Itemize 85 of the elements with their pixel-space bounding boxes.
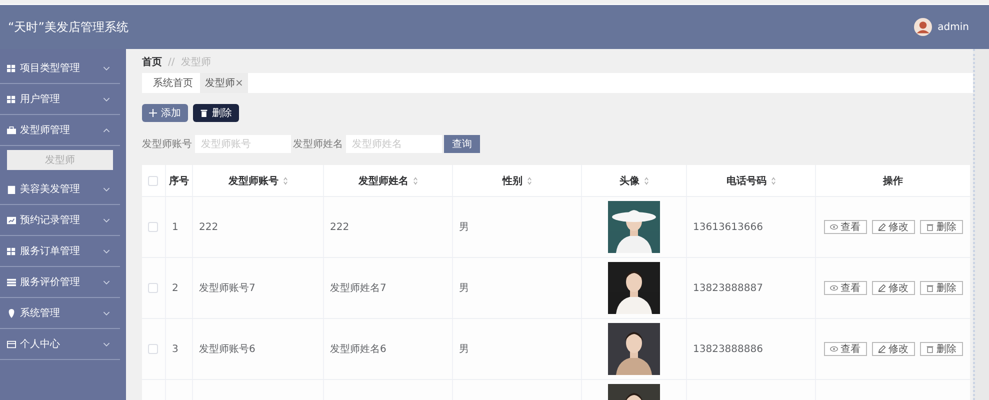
close-icon[interactable]: × — [235, 78, 244, 89]
table-cell-text: 发型师姓名6 — [330, 342, 386, 356]
checkbox[interactable] — [148, 176, 158, 186]
tab[interactable]: 发型师× — [200, 73, 248, 93]
menu-item[interactable]: 服务评价管理 — [0, 267, 120, 298]
breadcrumb-item: 发型师 — [180, 56, 211, 69]
trash-icon — [926, 284, 934, 292]
briefcase-icon — [7, 126, 16, 134]
trash-icon — [926, 223, 934, 231]
breadcrumb-separator: // — [168, 56, 175, 68]
card-icon — [7, 340, 16, 348]
table-cell-text: 发型师账号7 — [199, 282, 256, 295]
app-title: “天时”美发店管理系统 — [8, 18, 128, 36]
delete-button[interactable]: 删除 — [920, 342, 962, 356]
table-cell: 222 — [199, 222, 218, 232]
grid-icon — [7, 246, 16, 256]
table-cell: 1 — [172, 222, 178, 232]
sort-icon[interactable] — [412, 176, 418, 184]
pencil-icon — [878, 284, 886, 292]
trash-icon — [926, 345, 934, 353]
pin-icon — [7, 308, 16, 318]
menu-item[interactable]: 个人中心 — [0, 329, 120, 360]
table-cell-text: 发型师账号6 — [199, 342, 256, 356]
column-header[interactable]: 发型师姓名 — [358, 174, 408, 188]
view-button[interactable]: 查看 — [824, 281, 866, 295]
field-label: 发型师姓名 — [293, 138, 343, 151]
pencil-icon — [878, 223, 886, 231]
sort-icon[interactable] — [526, 176, 532, 184]
grid-icon — [7, 64, 16, 72]
username[interactable]: admin — [938, 22, 969, 32]
menu-item[interactable]: 预约记录管理 — [0, 205, 120, 236]
grid-icon — [7, 94, 16, 104]
edit-button[interactable]: 修改 — [872, 342, 914, 356]
menu-item[interactable]: 发型师管理 — [0, 115, 120, 146]
chart-icon — [7, 216, 16, 224]
table-cell-text: 男 — [459, 343, 469, 356]
eye-icon — [830, 345, 838, 353]
edit-button[interactable]: 修改 — [872, 220, 914, 234]
view-button[interactable]: 查看 — [824, 220, 866, 234]
column-header: 操作 — [883, 174, 903, 188]
plus-icon — [149, 109, 157, 117]
tab[interactable]: 系统首页 — [148, 73, 198, 93]
sort-icon[interactable] — [770, 176, 776, 184]
table-cell: 222 — [330, 222, 350, 232]
avatar-icon[interactable] — [914, 18, 932, 36]
column-header[interactable]: 发型师账号 — [228, 174, 278, 188]
table-cell-text: 发型师姓名7 — [330, 282, 386, 295]
pencil-icon — [878, 345, 886, 353]
eye-icon — [830, 284, 838, 292]
menu-item[interactable]: 美容美发管理 — [0, 174, 120, 205]
table-cell: 13823888886 — [693, 344, 763, 354]
search-field[interactable]: 发型师账号 — [195, 135, 291, 153]
edit-button[interactable]: 修改 — [872, 281, 914, 295]
table-cell: 13823888887 — [693, 282, 763, 294]
search-field[interactable]: 发型师姓名 — [346, 135, 442, 153]
column-header[interactable]: 头像 — [620, 174, 640, 188]
eye-icon — [830, 223, 838, 231]
trash-icon — [200, 109, 208, 117]
column-header[interactable]: 电话号码 — [726, 174, 766, 188]
checkbox[interactable] — [148, 283, 158, 293]
column-header[interactable]: 性别 — [502, 174, 522, 188]
delete-button[interactable]: 删除 — [920, 220, 962, 234]
breadcrumb-item[interactable]: 首页 — [142, 55, 162, 69]
table-cell: 2 — [172, 282, 178, 294]
table-cell: 3 — [172, 344, 178, 354]
view-button[interactable]: 查看 — [824, 342, 866, 356]
sort-icon[interactable] — [282, 176, 288, 184]
menu-item[interactable]: 服务订单管理 — [0, 236, 120, 267]
add-button[interactable]: 添加 — [142, 104, 188, 122]
delete-button[interactable]: 删除 — [920, 281, 962, 295]
list-icon — [7, 278, 16, 286]
table-cell: 13613613666 — [693, 222, 763, 232]
sort-icon[interactable] — [644, 176, 648, 184]
table-cell-text: 男 — [459, 221, 469, 234]
menu-item[interactable]: 用户管理 — [0, 84, 120, 115]
checkbox[interactable] — [148, 222, 158, 232]
search-button[interactable]: 查询 — [444, 135, 480, 153]
clipboard-icon — [7, 184, 16, 194]
menu-item[interactable]: 系统管理 — [0, 298, 120, 329]
menu-item[interactable]: 项目类型管理 — [0, 53, 120, 84]
checkbox[interactable] — [148, 344, 158, 354]
field-label: 发型师账号 — [142, 138, 192, 151]
table-cell-text: 男 — [459, 282, 469, 295]
delete-button[interactable]: 删除 — [193, 104, 239, 122]
column-header: 序号 — [169, 174, 189, 188]
